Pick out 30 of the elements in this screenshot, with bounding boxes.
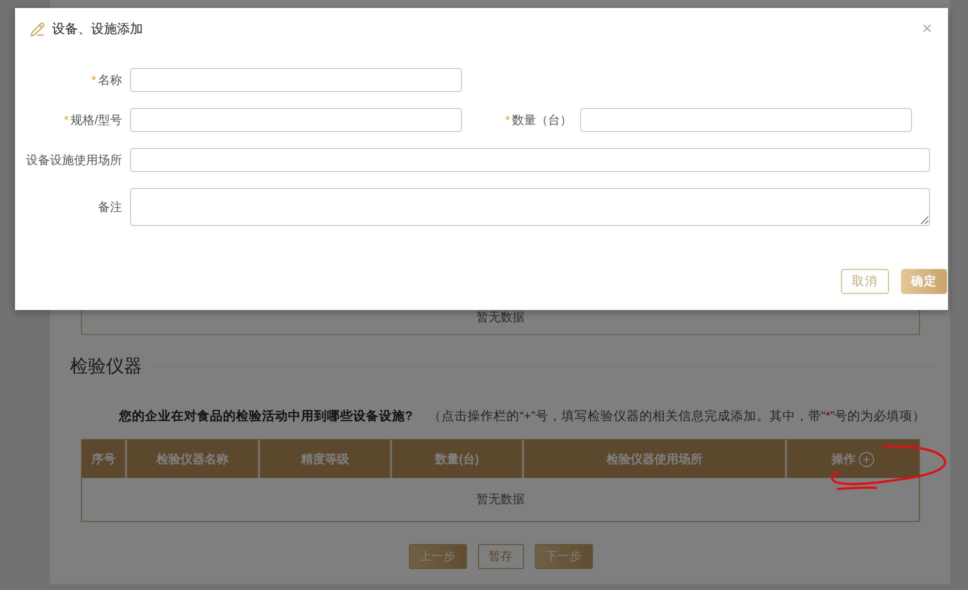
save-button[interactable]: 暂存: [478, 544, 524, 569]
close-button[interactable]: ×: [918, 19, 936, 39]
input-field[interactable]: [130, 148, 930, 172]
section-title: 检验仪器: [70, 355, 142, 378]
column-label: 序号: [92, 450, 116, 468]
field-label: * 规格/型号: [62, 112, 122, 129]
column-label: 数量(台): [435, 450, 479, 468]
field-label: * 名称: [90, 72, 122, 89]
field-label: * 数量（台）: [504, 112, 572, 129]
field-label: 设备设施使用场所: [25, 152, 122, 168]
empty-text: 暂无数据: [476, 491, 524, 508]
confirm-button[interactable]: 确定: [901, 269, 947, 294]
column-label: 检验仪器使用场所: [606, 450, 702, 468]
column-label: 操作: [832, 450, 856, 468]
input-field[interactable]: [580, 108, 912, 132]
column-label: 精度等级: [301, 450, 349, 468]
step-button[interactable]: 下一步: [534, 544, 592, 569]
input-field[interactable]: [130, 68, 462, 92]
question-text: 您的企业在对食品的检验活动中用到哪些设备设施?: [119, 408, 413, 425]
input-field[interactable]: [130, 108, 462, 132]
cancel-button[interactable]: 取消: [841, 269, 889, 294]
add-icon[interactable]: [858, 450, 874, 468]
edit-icon: [30, 22, 45, 36]
step-button[interactable]: 上一步: [408, 544, 466, 569]
empty-text: 暂无数据: [476, 309, 524, 326]
field-label: 备注: [97, 198, 122, 216]
dialog-title: 设备、设施添加: [52, 20, 144, 38]
column-label: 检验仪器名称: [156, 450, 228, 468]
hint-text: （点击操作栏的“+”号，填写检验仪器的相关信息完成添加。其中，带“*”号的为必填项）: [428, 408, 926, 425]
textarea-field[interactable]: [130, 188, 930, 226]
